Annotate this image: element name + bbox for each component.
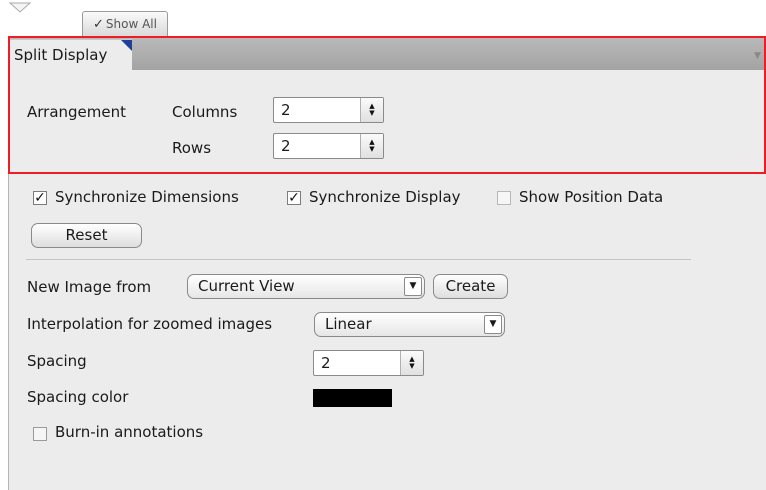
header-chevron-down-icon[interactable]: ▼ (754, 51, 761, 61)
columns-value: 2 (281, 101, 291, 119)
interpolation-label: Interpolation for zoomed images (27, 315, 273, 333)
interpolation-value: Linear (325, 315, 372, 333)
show-all-toggle[interactable]: ✓ Show All (82, 11, 168, 36)
rows-stepper-arrows-icon[interactable]: ▲ ▼ (360, 134, 383, 158)
new-image-source-dropdown[interactable]: Current View ▼ (187, 274, 425, 299)
tab-corner-marker-icon (121, 40, 132, 51)
split-display-tab[interactable]: Split Display (10, 39, 132, 70)
show-all-label: Show All (105, 17, 157, 31)
burn-in-annotations-checkbox[interactable] (33, 427, 47, 441)
dropdown-arrow-icon[interactable]: ▼ (404, 277, 422, 296)
interpolation-dropdown[interactable]: Linear ▼ (314, 312, 505, 337)
spacing-stepper[interactable]: 2 ▲ ▼ (313, 350, 424, 376)
show-position-data-label: Show Position Data (519, 188, 664, 206)
spacing-value: 2 (321, 354, 331, 372)
spacing-stepper-arrows-icon[interactable]: ▲ ▼ (400, 351, 423, 375)
sync-dimensions-checkbox[interactable]: ✓ (33, 191, 47, 205)
new-image-source-value: Current View (198, 277, 295, 295)
dropdown-arrow-icon[interactable]: ▼ (484, 315, 502, 334)
rows-value: 2 (281, 137, 291, 155)
collapse-triangle-icon[interactable] (8, 2, 32, 14)
sync-display-label: Synchronize Display (309, 188, 461, 206)
columns-label: Columns (172, 103, 238, 121)
sync-dimensions-label: Synchronize Dimensions (55, 188, 239, 206)
spacing-label: Spacing (27, 352, 87, 370)
columns-stepper[interactable]: 2 ▲ ▼ (273, 97, 384, 123)
sync-display-checkbox[interactable]: ✓ (287, 191, 301, 205)
rows-label: Rows (172, 139, 212, 157)
burn-in-annotations-label: Burn-in annotations (55, 423, 204, 441)
columns-stepper-arrows-icon[interactable]: ▲ ▼ (360, 98, 383, 122)
reset-button[interactable]: Reset (31, 223, 142, 248)
checkmark-icon: ✓ (93, 16, 104, 32)
create-button[interactable]: Create (433, 274, 508, 299)
show-position-data-checkbox[interactable] (497, 191, 511, 205)
spacing-color-swatch[interactable] (313, 389, 392, 407)
arrangement-label: Arrangement (27, 103, 127, 121)
spacing-color-label: Spacing color (27, 388, 129, 406)
section-divider (26, 259, 691, 260)
rows-stepper[interactable]: 2 ▲ ▼ (273, 133, 384, 159)
new-image-from-label: New Image from (27, 278, 152, 296)
